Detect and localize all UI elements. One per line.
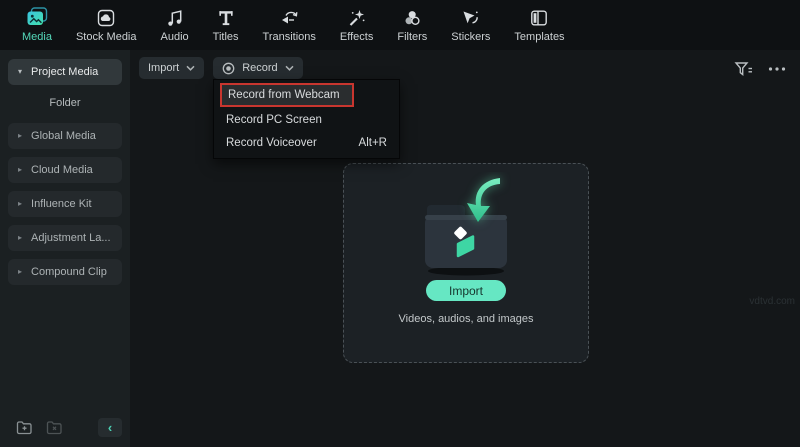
content-toolbar: Import Record [139, 57, 303, 79]
top-toolbar: Media Stock Media Audio Titles Transitio… [0, 0, 800, 50]
tab-stickers-label: Stickers [451, 31, 491, 43]
tab-transitions[interactable]: Transitions [251, 7, 328, 43]
tab-filters[interactable]: Filters [385, 7, 439, 43]
more-options-icon[interactable] [768, 66, 786, 72]
sidebar-item-influence-kit[interactable]: ▸ Influence Kit [8, 191, 122, 217]
import-dropdown-button[interactable]: Import [139, 57, 205, 79]
filmora-media-panel: Media Stock Media Audio Titles Transitio… [0, 0, 800, 447]
chevron-down-icon [186, 65, 195, 71]
tab-effects[interactable]: Effects [328, 7, 385, 43]
menu-item-label: Record PC Screen [226, 113, 322, 126]
chevron-down-icon: ▾ [18, 67, 23, 76]
sidebar-item-cloud-media[interactable]: ▸ Cloud Media [8, 157, 122, 183]
tab-stickers[interactable]: Stickers [439, 7, 502, 43]
record-dropdown-label: Record [242, 62, 278, 74]
record-dropdown-button[interactable]: Record [213, 57, 303, 79]
sidebar-item-label: Global Media [31, 130, 96, 142]
filters-icon [402, 7, 422, 28]
sidebar-item-label: Cloud Media [31, 164, 93, 176]
menu-item-label: Record from Webcam [228, 89, 340, 101]
watermark: vdtvd.com [749, 296, 795, 307]
new-folder-icon[interactable] [16, 420, 33, 435]
tab-titles-label: Titles [212, 31, 239, 43]
stickers-icon [460, 7, 481, 28]
menu-item-label: Record Voiceover [226, 136, 317, 149]
content-toolbar-right [734, 61, 786, 77]
menu-item-record-pc-screen[interactable]: Record PC Screen [214, 108, 399, 131]
chevron-right-icon: ▸ [18, 267, 23, 276]
tab-templates[interactable]: Templates [502, 7, 576, 43]
chevron-right-icon: ▸ [18, 233, 23, 242]
sidebar-item-project-media[interactable]: ▾ Project Media [8, 59, 122, 85]
import-button[interactable]: Import [426, 280, 506, 301]
tab-media-label: Media [22, 31, 52, 43]
stock-media-icon [96, 7, 116, 28]
tab-effects-label: Effects [339, 31, 374, 43]
titles-icon [216, 7, 236, 28]
tab-media[interactable]: Media [10, 7, 64, 43]
chevron-right-icon: ▸ [18, 199, 23, 208]
sidebar-item-label: Project Media [31, 66, 99, 78]
collapse-sidebar-button[interactable]: ‹ [98, 418, 122, 437]
effects-icon [347, 7, 367, 28]
transitions-icon [278, 7, 300, 28]
filter-sort-icon[interactable] [734, 61, 754, 77]
tab-titles[interactable]: Titles [201, 7, 251, 43]
sidebar-item-label: Adjustment La... [31, 232, 111, 244]
tab-audio[interactable]: Audio [149, 7, 201, 43]
import-dropdown-label: Import [148, 62, 180, 74]
sidebar-footer: ‹ [0, 418, 130, 440]
chevron-down-icon [285, 65, 294, 71]
tab-filters-label: Filters [397, 31, 428, 43]
menu-item-record-from-webcam[interactable]: Record from Webcam [214, 82, 399, 108]
chevron-right-icon: ▸ [18, 131, 23, 140]
dropzone-caption: Videos, audios, and images [398, 313, 534, 325]
media-content-area: Import Record Record from Webcam Record … [130, 50, 800, 447]
record-icon [222, 62, 235, 75]
media-icon [26, 7, 48, 28]
import-folder-illustration [406, 172, 526, 278]
import-dropzone[interactable]: Import Videos, audios, and images [343, 163, 589, 363]
audio-icon [165, 7, 185, 28]
menu-item-shortcut: Alt+R [358, 136, 387, 149]
sidebar-item-global-media[interactable]: ▸ Global Media [8, 123, 122, 149]
tab-templates-label: Templates [514, 31, 565, 43]
sidebar-item-label: Compound Clip [31, 266, 107, 278]
sidebar-item-compound-clip[interactable]: ▸ Compound Clip [8, 259, 122, 285]
tab-transitions-label: Transitions [262, 31, 316, 43]
media-sidebar: ▾ Project Media Folder ▸ Global Media ▸ … [0, 50, 130, 447]
delete-folder-icon[interactable] [46, 420, 63, 435]
menu-item-record-voiceover[interactable]: Record Voiceover Alt+R [214, 131, 399, 154]
record-dropdown-menu: Record from Webcam Record PC Screen Reco… [213, 79, 400, 159]
import-button-label: Import [448, 283, 483, 298]
sidebar-item-label: Influence Kit [31, 198, 92, 210]
tab-stock-media-label: Stock Media [75, 31, 137, 43]
templates-icon [529, 7, 549, 28]
chevron-right-icon: ▸ [18, 165, 23, 174]
sidebar-item-adjustment-layer[interactable]: ▸ Adjustment La... [8, 225, 122, 251]
collapse-chevron-icon: ‹ [107, 420, 113, 435]
tab-audio-label: Audio [160, 31, 189, 43]
folder-section-label: Folder [49, 97, 81, 109]
annotation-highlight-box: Record from Webcam [220, 83, 354, 107]
tab-stock-media[interactable]: Stock Media [64, 7, 149, 43]
